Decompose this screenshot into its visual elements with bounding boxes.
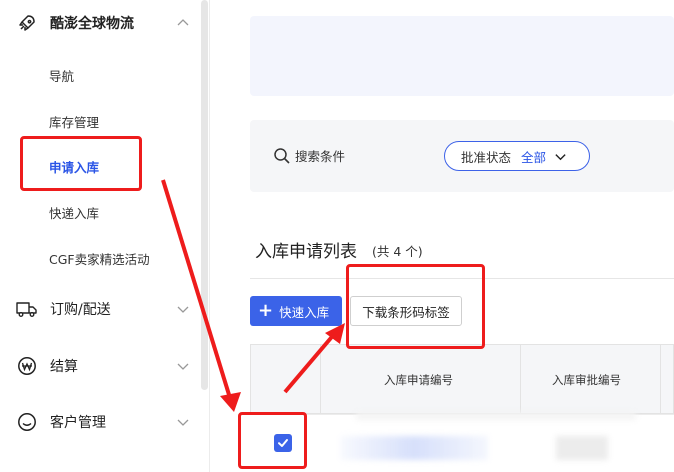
won-coin-icon	[16, 355, 38, 377]
button-label: 快速入库	[279, 304, 330, 320]
nav-group-label: 订购/配送	[50, 302, 111, 318]
smile-icon	[16, 411, 38, 433]
rocket-icon	[16, 12, 38, 34]
sidebar-item-navigation[interactable]: 导航	[49, 66, 74, 85]
column-divider	[520, 344, 521, 414]
search-label: 搜索条件	[295, 149, 346, 164]
sidebar-scrollbar[interactable]	[201, 0, 208, 390]
chevron-down-icon	[177, 363, 189, 370]
approval-status-filter[interactable]: 批准状态 全部	[444, 141, 590, 171]
chevron-down-icon	[177, 419, 189, 426]
top-banner	[250, 16, 674, 96]
list-title: 入库申请列表	[255, 242, 357, 262]
plus-icon: +	[258, 300, 274, 321]
column-header-approval-no[interactable]: 入库审批编号	[552, 372, 621, 388]
annotation-box-apply-inbound	[20, 136, 142, 191]
nav-group-orders[interactable]: 订购/配送	[0, 291, 200, 327]
column-divider	[320, 344, 321, 414]
nav-group-settlement[interactable]: 结算	[0, 348, 200, 384]
nav-group-label: 结算	[50, 359, 78, 375]
nav-group-coupang-logistics[interactable]: 酷澎全球物流	[0, 5, 200, 41]
column-divider	[660, 344, 661, 414]
truck-icon	[16, 298, 38, 320]
annotation-box-checkbox	[238, 412, 307, 469]
search-icon	[274, 147, 290, 164]
chevron-up-icon	[177, 19, 189, 26]
chevron-down-icon	[555, 153, 566, 160]
sidebar-item-inventory[interactable]: 库存管理	[49, 112, 99, 131]
search-condition[interactable]: 搜索条件	[273, 146, 345, 165]
redacted-approval-no	[556, 436, 608, 460]
sidebar-item-express-inbound[interactable]: 快递入库	[49, 203, 99, 222]
redacted-content	[356, 412, 636, 420]
filter-value: 全部	[521, 149, 547, 165]
list-count: (共 4 个)	[372, 244, 423, 259]
quick-inbound-button[interactable]: + 快速入库	[250, 296, 342, 326]
nav-group-label: 客户管理	[50, 415, 106, 431]
filter-label: 批准状态	[461, 149, 512, 165]
nav-group-label: 酷澎全球物流	[50, 16, 134, 32]
nav-group-customers[interactable]: 客户管理	[0, 404, 200, 440]
sidebar-item-cgf-event[interactable]: CGF卖家精选活动	[49, 249, 150, 268]
redacted-request-no	[340, 436, 488, 460]
column-header-request-no[interactable]: 入库申请编号	[384, 372, 453, 388]
annotation-box-download-barcode	[346, 264, 485, 349]
sidebar: 酷澎全球物流 导航 库存管理 申请入库 快递入库 CGF卖家精选活动 订购/配送…	[0, 0, 210, 472]
chevron-down-icon	[177, 306, 189, 313]
